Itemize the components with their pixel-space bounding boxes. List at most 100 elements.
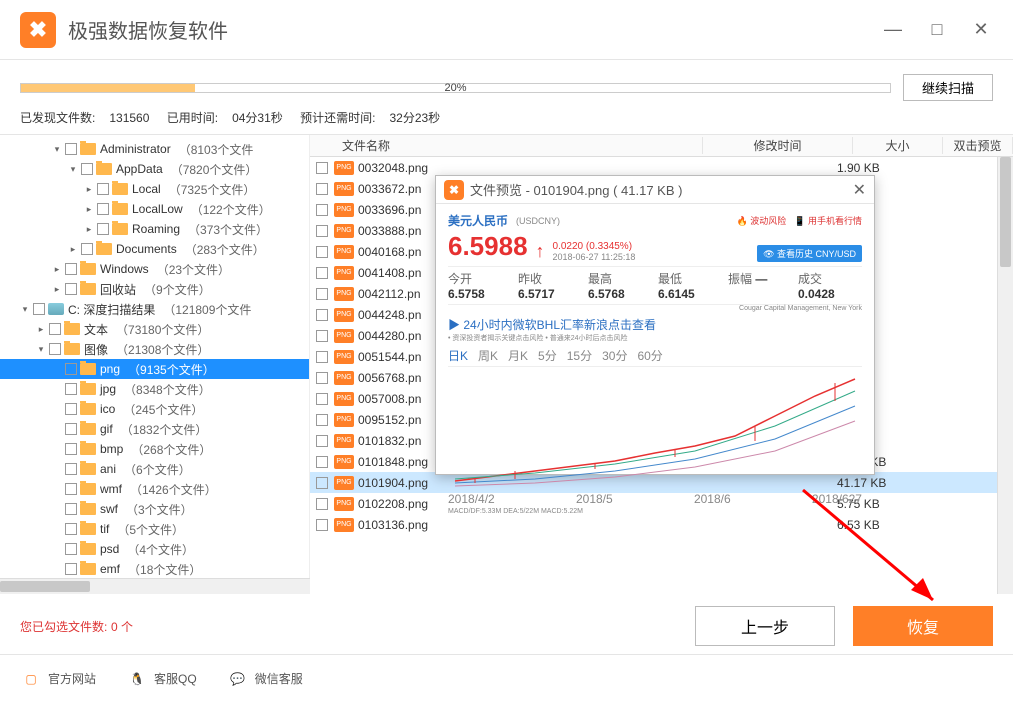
tree-toggle-icon[interactable]: ▸ xyxy=(84,204,94,215)
file-checkbox[interactable] xyxy=(316,225,328,237)
tree-checkbox[interactable] xyxy=(65,543,77,555)
tree-item[interactable]: tif（5个文件） xyxy=(0,519,309,539)
file-checkbox[interactable] xyxy=(316,393,328,405)
tree-item[interactable]: ▸文本（73180个文件） xyxy=(0,319,309,339)
tree-toggle-icon[interactable]: ▾ xyxy=(20,304,30,315)
chart-tab[interactable]: 5分 xyxy=(538,347,557,364)
footer-website[interactable]: ▢ 官方网站 xyxy=(20,668,96,690)
minimize-button[interactable]: — xyxy=(881,18,905,42)
file-checkbox[interactable] xyxy=(316,204,328,216)
horizontal-scrollbar-tree[interactable] xyxy=(0,578,310,594)
tree-toggle-icon[interactable]: ▾ xyxy=(52,144,62,155)
chart-tab[interactable]: 周K xyxy=(478,347,498,364)
chart-tab[interactable]: 15分 xyxy=(567,347,592,364)
tree-item[interactable]: ▸Roaming（373个文件） xyxy=(0,219,309,239)
chart-tab[interactable]: 30分 xyxy=(602,347,627,364)
tree-checkbox[interactable] xyxy=(49,323,61,335)
file-checkbox[interactable] xyxy=(316,162,328,174)
footer-qq[interactable]: 🐧 客服QQ xyxy=(126,668,197,690)
tree-item[interactable]: bmp（268个文件） xyxy=(0,439,309,459)
scrollbar-thumb[interactable] xyxy=(1000,157,1011,267)
chart-tab[interactable]: 月K xyxy=(508,347,528,364)
tree-item[interactable]: ▸LocalLow（122个文件） xyxy=(0,199,309,219)
file-checkbox[interactable] xyxy=(316,267,328,279)
tree-item[interactable]: psd（4个文件） xyxy=(0,539,309,559)
preview-titlebar[interactable]: ✖ 文件预览 - 0101904.png ( 41.17 KB ) ✕ xyxy=(436,176,874,204)
tree-item[interactable]: ani（6个文件） xyxy=(0,459,309,479)
file-checkbox[interactable] xyxy=(316,309,328,321)
close-button[interactable]: ✕ xyxy=(969,18,993,42)
col-name[interactable]: 文件名称 xyxy=(334,137,703,154)
tree-item[interactable]: ico（245个文件） xyxy=(0,399,309,419)
tree-checkbox[interactable] xyxy=(97,223,109,235)
prev-button[interactable]: 上一步 xyxy=(695,606,835,646)
tree-item[interactable]: jpg（8348个文件） xyxy=(0,379,309,399)
tree-toggle-icon[interactable]: ▸ xyxy=(36,324,46,335)
tree-toggle-icon[interactable]: ▸ xyxy=(52,264,62,275)
preview-close-button[interactable]: ✕ xyxy=(853,180,866,200)
tree-toggle-icon[interactable]: ▸ xyxy=(84,224,94,235)
tree-checkbox[interactable] xyxy=(65,403,77,415)
file-checkbox[interactable] xyxy=(316,183,328,195)
tree-checkbox[interactable] xyxy=(97,203,109,215)
file-checkbox[interactable] xyxy=(316,477,328,489)
file-checkbox[interactable] xyxy=(316,456,328,468)
col-size[interactable]: 大小 xyxy=(853,137,943,154)
tree-item[interactable]: ▾AppData（7820个文件） xyxy=(0,159,309,179)
tree-checkbox[interactable] xyxy=(65,383,77,395)
continue-scan-button[interactable]: 继续扫描 xyxy=(903,74,993,101)
tree-item[interactable]: ▸回收站（9个文件） xyxy=(0,279,309,299)
tree-checkbox[interactable] xyxy=(97,183,109,195)
tree-item[interactable]: ▸Documents（283个文件） xyxy=(0,239,309,259)
tree-item[interactable]: gif（1832个文件） xyxy=(0,419,309,439)
tree-checkbox[interactable] xyxy=(65,443,77,455)
tree-checkbox[interactable] xyxy=(65,503,77,515)
recover-button[interactable]: 恢复 xyxy=(853,606,993,646)
tree-checkbox[interactable] xyxy=(65,523,77,535)
tree-checkbox[interactable] xyxy=(65,363,77,375)
tree-checkbox[interactable] xyxy=(65,423,77,435)
maximize-button[interactable]: □ xyxy=(925,18,949,42)
tree-item[interactable]: ▾Administrator（8103个文件 xyxy=(0,139,309,159)
file-checkbox[interactable] xyxy=(316,414,328,426)
file-checkbox[interactable] xyxy=(316,351,328,363)
footer-wechat[interactable]: 💬 微信客服 xyxy=(227,668,303,690)
col-preview[interactable]: 双击预览 xyxy=(943,137,1013,154)
tree-item[interactable]: emf（18个文件） xyxy=(0,559,309,579)
file-checkbox[interactable] xyxy=(316,288,328,300)
col-date[interactable]: 修改时间 xyxy=(703,137,853,154)
tree-item[interactable]: png（9135个文件） xyxy=(0,359,309,379)
tree-checkbox[interactable] xyxy=(33,303,45,315)
tree-checkbox[interactable] xyxy=(65,563,77,575)
file-checkbox[interactable] xyxy=(316,372,328,384)
tree-toggle-icon[interactable]: ▸ xyxy=(52,284,62,295)
tree-checkbox[interactable] xyxy=(49,343,61,355)
tree-toggle-icon[interactable]: ▾ xyxy=(68,164,78,175)
tree-toggle-icon[interactable]: ▾ xyxy=(36,344,46,355)
tree-checkbox[interactable] xyxy=(65,483,77,495)
chart-tab[interactable]: 60分 xyxy=(637,347,662,364)
file-checkbox[interactable] xyxy=(316,330,328,342)
tree-item[interactable]: ▾图像（21308个文件） xyxy=(0,339,309,359)
tree-item[interactable]: ▸Local（7325个文件） xyxy=(0,179,309,199)
chart-history-button[interactable]: 👁 查看历史 CNY/USD xyxy=(757,245,862,262)
file-checkbox[interactable] xyxy=(316,519,328,531)
tree-checkbox[interactable] xyxy=(81,163,93,175)
tree-toggle-icon[interactable]: ▸ xyxy=(68,244,78,255)
file-row[interactable]: PNG0103136.png6.53 KB xyxy=(310,514,1013,535)
file-checkbox[interactable] xyxy=(316,246,328,258)
tree-item[interactable]: ▾C: 深度扫描结果（121809个文件 xyxy=(0,299,309,319)
tree-toggle-icon[interactable]: ▸ xyxy=(84,184,94,195)
tree-checkbox[interactable] xyxy=(81,243,93,255)
file-checkbox[interactable] xyxy=(316,498,328,510)
tree-checkbox[interactable] xyxy=(65,463,77,475)
tree-checkbox[interactable] xyxy=(65,143,77,155)
tree-checkbox[interactable] xyxy=(65,283,77,295)
chart-tab[interactable]: 日K xyxy=(448,347,468,364)
tree-checkbox[interactable] xyxy=(65,263,77,275)
hscroll-thumb[interactable] xyxy=(0,581,90,592)
vertical-scrollbar[interactable] xyxy=(997,157,1013,594)
tree-item[interactable]: wmf（1426个文件） xyxy=(0,479,309,499)
tree-item[interactable]: ▸Windows（23个文件） xyxy=(0,259,309,279)
tree-item[interactable]: swf（3个文件） xyxy=(0,499,309,519)
